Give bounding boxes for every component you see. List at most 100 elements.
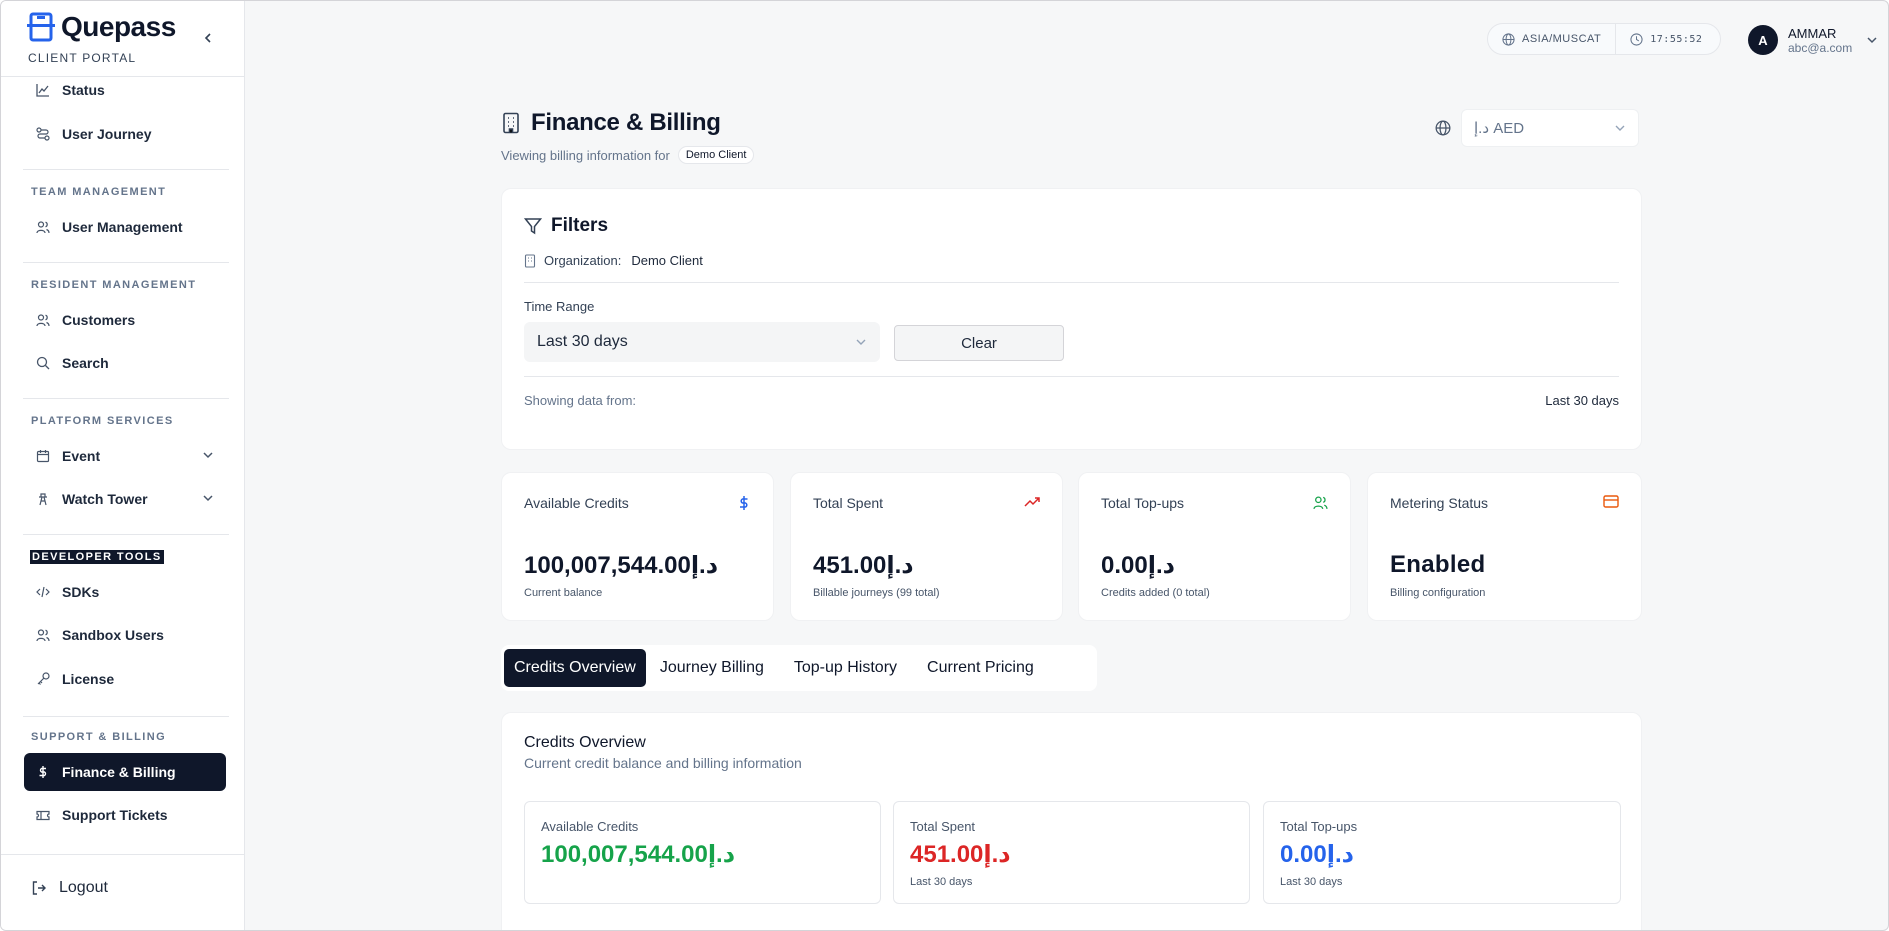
section-title-team-management: TEAM MANAGEMENT [31, 186, 167, 198]
user-email: abc@a.com [1788, 40, 1853, 55]
sidebar-item-sdks[interactable]: SDKs [24, 573, 226, 611]
chevron-down-icon [203, 495, 213, 502]
overview-value: 100,007,544.00د.إ [541, 841, 736, 868]
sidebar-item-user-journey[interactable]: User Journey [24, 115, 226, 153]
tab-journey-billing[interactable]: Journey Billing [650, 649, 774, 687]
clock-display: 17:55:52 [1615, 24, 1716, 54]
overview-value: 451.00د.إ [910, 841, 1011, 868]
showing-data-value: Last 30 days [1545, 393, 1619, 408]
page-title: Finance & Billing [531, 109, 721, 136]
credit-card-icon [1603, 495, 1619, 508]
chevron-down-icon [203, 452, 213, 459]
overview-label: Total Spent [910, 819, 976, 834]
app-window: Quepass CLIENT PORTAL Status User Journe… [0, 0, 1889, 931]
sidebar-item-label: Finance & Billing [62, 764, 176, 780]
sidebar-item-label: Search [62, 355, 109, 371]
sidebar-item-label: Customers [62, 312, 136, 328]
currency-symbol: د.إ [1474, 120, 1490, 137]
sidebar-item-search[interactable]: Search [24, 344, 226, 382]
timezone-display[interactable]: ASIA/MUSCAT [1488, 24, 1615, 54]
divider [23, 716, 229, 717]
divider [23, 534, 229, 535]
divider [23, 262, 229, 263]
sidebar-item-user-management[interactable]: User Management [24, 208, 226, 246]
tab-current-pricing[interactable]: Current Pricing [917, 649, 1044, 687]
stat-subtitle: Current balance [524, 587, 603, 599]
quepass-logo-icon [27, 12, 55, 42]
sidebar-item-sandbox-users[interactable]: Sandbox Users [24, 616, 226, 654]
collapse-sidebar-button[interactable] [197, 27, 219, 49]
overview-available-credits: Available Credits 100,007,544.00د.إ [524, 801, 881, 904]
time-range-select[interactable]: Last 30 days [524, 322, 880, 362]
chart-line-icon [36, 84, 49, 97]
ticket-icon [36, 810, 50, 821]
divider [23, 398, 229, 399]
sidebar-item-event[interactable]: Event [24, 437, 226, 475]
stat-card-metering-status: Metering Status Enabled Billing configur… [1367, 472, 1642, 621]
chevron-down-icon [856, 339, 866, 345]
chevron-left-icon [204, 33, 211, 43]
stat-value: 0.00د.إ [1101, 552, 1175, 579]
building-icon [503, 112, 519, 134]
stat-card-total-spent: Total Spent 451.00د.إ Billable journeys … [790, 472, 1063, 621]
user-menu[interactable]: A AMMAR abc@a.com [1748, 25, 1878, 55]
tab-topup-history[interactable]: Top-up History [778, 649, 913, 687]
stat-title: Total Top-ups [1101, 495, 1185, 511]
globe-icon [1502, 32, 1515, 46]
filters-card: Filters Organization: Demo Client Time R… [501, 188, 1642, 450]
timezone-label: ASIA/MUSCAT [1522, 33, 1602, 45]
client-badge: Demo Client [677, 146, 755, 164]
organization-value: Demo Client [631, 253, 703, 268]
brand-name: Quepass [61, 11, 176, 42]
users-icon [36, 221, 50, 234]
logout-button[interactable]: Logout [31, 879, 108, 897]
stat-card-available-credits: Available Credits 100,007,544.00د.إ Curr… [501, 472, 774, 621]
timezone-clock: ASIA/MUSCAT 17:55:52 [1487, 23, 1721, 55]
overview-total-spent: Total Spent 451.00د.إ Last 30 days [893, 801, 1250, 904]
sidebar-item-label: Watch Tower [62, 491, 148, 507]
divider [524, 376, 1619, 377]
dollar-icon [39, 766, 47, 778]
section-title-platform-services: PLATFORM SERVICES [31, 415, 174, 427]
sidebar-item-label: Status [62, 82, 105, 98]
stat-value: Enabled [1390, 551, 1486, 578]
overview-total-topups: Total Top-ups 0.00د.إ Last 30 days [1263, 801, 1621, 904]
sidebar-item-customers[interactable]: Customers [24, 301, 226, 339]
clock-time: 17:55:52 [1650, 33, 1703, 45]
stat-title: Metering Status [1390, 495, 1489, 511]
overview-value: 0.00د.إ [1280, 841, 1354, 868]
users-icon [36, 629, 50, 642]
divider [23, 169, 229, 170]
stat-card-total-topups: Total Top-ups 0.00د.إ Credits added (0 t… [1078, 472, 1351, 621]
stat-subtitle: Billable journeys (99 total) [813, 587, 940, 599]
tab-credits-overview[interactable]: Credits Overview [504, 649, 646, 687]
building-icon [524, 253, 536, 268]
stat-value: 100,007,544.00د.إ [524, 552, 719, 579]
overview-subtitle: Last 30 days [1280, 876, 1343, 888]
time-range-value: Last 30 days [537, 333, 628, 350]
sidebar-item-license[interactable]: License [24, 660, 226, 698]
organization-label: Organization: [544, 253, 622, 268]
code-icon [36, 586, 50, 598]
sidebar-item-label: User Management [62, 219, 183, 235]
user-name: AMMAR [1788, 25, 1837, 41]
overview-subtitle: Last 30 days [910, 876, 973, 888]
sidebar-item-status[interactable]: Status [24, 71, 226, 109]
subtitle-text: Viewing billing information for [501, 147, 670, 163]
sidebar-item-watch-tower[interactable]: Watch Tower [24, 480, 226, 518]
divider [1, 854, 244, 855]
clock-icon [1630, 32, 1643, 46]
stat-value: 451.00د.إ [813, 552, 914, 579]
stat-subtitle: Billing configuration [1390, 587, 1486, 599]
overview-label: Available Credits [541, 819, 639, 834]
sidebar-item-support-tickets[interactable]: Support Tickets [24, 796, 226, 834]
sidebar-item-finance-billing[interactable]: Finance & Billing [24, 753, 226, 791]
currency-select[interactable]: د.إ AED [1461, 109, 1639, 147]
clear-button[interactable]: Clear [894, 325, 1064, 361]
sidebar-item-label: License [62, 671, 115, 687]
brand-subtitle: CLIENT PORTAL [28, 51, 137, 65]
dollar-icon [740, 496, 748, 510]
sidebar-item-label: Support Tickets [62, 807, 168, 823]
currency-code: AED [1493, 120, 1525, 137]
avatar: A [1748, 25, 1778, 55]
